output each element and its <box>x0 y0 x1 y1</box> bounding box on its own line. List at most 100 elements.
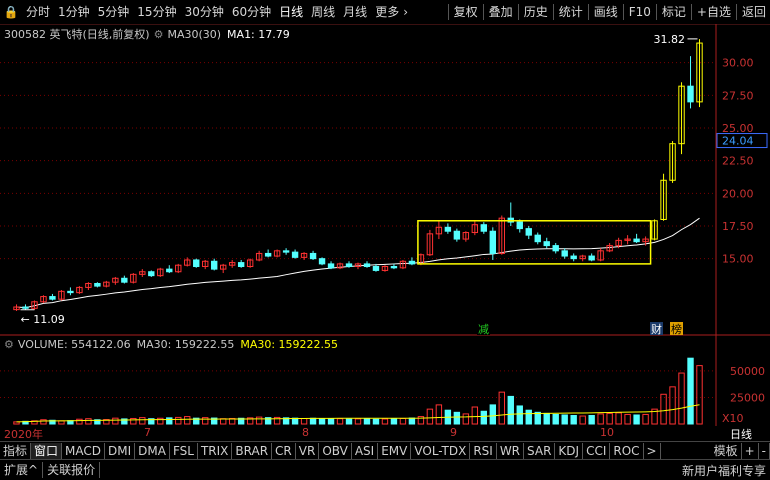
indicator-tab[interactable]: DMA <box>135 443 170 459</box>
indicator-tab[interactable]: CCI <box>583 443 611 459</box>
price-tick-label: 15.00 <box>722 253 754 266</box>
related-quotes-button[interactable]: 关联报价 <box>43 462 101 478</box>
volume-bar <box>606 412 613 425</box>
volume-bar <box>112 417 119 425</box>
volume-bar <box>139 417 146 425</box>
volume-bar <box>318 418 326 425</box>
settings-icon[interactable]: ⚙ <box>0 338 14 351</box>
volume-bar <box>588 415 595 425</box>
candle-body <box>166 268 173 273</box>
toolbar-button[interactable]: 统计 <box>555 0 587 24</box>
indicator-right-button[interactable]: 模板 <box>711 443 742 459</box>
toolbar-button[interactable]: 复权 <box>450 0 482 24</box>
period-tab[interactable]: 月线 <box>339 0 371 24</box>
volume-bar <box>570 415 577 425</box>
volume-bar <box>687 357 694 425</box>
indicator-tab[interactable]: OBV <box>319 443 352 459</box>
indicator-tab[interactable]: DMI <box>105 443 136 459</box>
volume-bar <box>534 411 541 425</box>
indicator-tab[interactable]: SAR <box>524 443 556 459</box>
toolbar-button[interactable]: +自选 <box>693 0 735 24</box>
candle-body <box>633 238 640 243</box>
period-tab[interactable]: 周线 <box>307 0 339 24</box>
volume-bar <box>40 419 47 425</box>
divider <box>447 4 449 20</box>
candle-body <box>327 263 335 269</box>
indicator-tab[interactable]: ROC <box>610 443 644 459</box>
toolbar-button[interactable]: 返回 <box>738 0 770 24</box>
divider <box>587 4 589 20</box>
toolbar-button[interactable]: F10 <box>625 0 655 24</box>
volume-bar <box>615 412 622 425</box>
candle-body <box>121 277 128 283</box>
period-tab[interactable]: 1分钟 <box>54 0 94 24</box>
indicator-tab[interactable]: BRAR <box>232 443 273 459</box>
toolbar-button[interactable]: 历史 <box>520 0 552 24</box>
x-label: 2020年 <box>4 428 43 441</box>
indicator-tab[interactable]: > <box>644 443 661 459</box>
indicator-right-button[interactable]: + <box>742 443 759 459</box>
period-tab[interactable]: 30分钟 <box>181 0 228 24</box>
volume-bar <box>166 417 173 425</box>
indicator-tab[interactable]: EMV <box>378 443 412 459</box>
volume-bar <box>624 413 631 425</box>
candle-body <box>264 252 272 257</box>
indicator-tab[interactable]: CR <box>272 443 296 459</box>
indicator-tab[interactable]: FSL <box>170 443 198 459</box>
volume-bar <box>354 418 362 425</box>
current-price-label: 24.04 <box>722 135 754 148</box>
indicator-tab[interactable]: 指标 <box>0 443 32 459</box>
volume-bar <box>327 418 335 425</box>
period-tab[interactable]: 60分钟 <box>228 0 275 24</box>
volume-bar <box>462 413 470 425</box>
period-tab[interactable]: 15分钟 <box>133 0 180 24</box>
volume-tick-label: 25000 <box>730 391 765 404</box>
volume-bar <box>561 414 568 425</box>
x-axis: 2020年 7 8 9 10 日线 <box>0 426 770 441</box>
mark-finance: 财 <box>651 322 662 336</box>
candle-body <box>22 306 29 309</box>
period-tab[interactable]: 5分钟 <box>94 0 134 24</box>
indicator-tab[interactable]: KDJ <box>555 443 584 459</box>
toolbar-button[interactable]: 叠加 <box>485 0 517 24</box>
volume-bar <box>507 395 514 425</box>
volume-bar <box>471 406 479 425</box>
candle-body <box>516 221 523 230</box>
new-user-promo[interactable]: 新用户福利专享 <box>678 462 770 479</box>
indicator-right-button[interactable]: - <box>759 443 770 459</box>
indicator-tab[interactable]: VOL-TDX <box>411 443 471 459</box>
candle-body <box>534 234 541 243</box>
candle-body <box>561 250 568 257</box>
price-tick-label: 30.00 <box>722 57 754 70</box>
volume-bar <box>597 413 604 425</box>
period-tab[interactable]: 分时 <box>22 0 54 24</box>
toolbar-button[interactable]: 画线 <box>590 0 622 24</box>
divider <box>655 4 657 20</box>
indicator-tab[interactable]: 窗口 <box>31 443 63 459</box>
lock-icon[interactable]: 🔒 <box>0 5 22 19</box>
volume-bar <box>696 365 703 425</box>
volume-bar <box>426 408 434 425</box>
indicator-tab[interactable]: RSI <box>470 443 497 459</box>
indicator-tab[interactable]: TRIX <box>198 443 233 459</box>
chevron-right-icon[interactable]: › <box>403 0 408 24</box>
candle-body <box>282 250 290 253</box>
candle-body <box>570 255 577 260</box>
indicator-tab[interactable]: WR <box>497 443 525 459</box>
period-tab[interactable]: 更多 <box>371 0 403 24</box>
kline-chart[interactable]: 30.0027.5025.0022.5020.0017.5015.0050000… <box>0 24 770 426</box>
volume-header: ⚙ VOLUME: 554122.06 MA30: 159222.55 MA30… <box>0 337 338 351</box>
volume-bar <box>489 404 497 425</box>
period-toolbar: 🔒 分时 1分钟 5分钟 15分钟 30分钟 60分钟 日线 周线 月线 更多 › 复权 叠加 历史 统计画… <box>0 0 770 25</box>
candle-body <box>525 228 532 236</box>
indicator-tab[interactable]: VR <box>296 443 320 459</box>
volume-bar <box>76 418 83 425</box>
indicator-tab[interactable]: MACD <box>62 443 106 459</box>
period-tab[interactable]: 日线 <box>275 0 307 24</box>
candle-body <box>390 266 398 269</box>
candle-body <box>363 263 371 268</box>
toolbar-button[interactable]: 标记 <box>658 0 690 24</box>
volume-bar <box>543 412 550 425</box>
expand-button[interactable]: 扩展^ <box>0 462 44 478</box>
indicator-tab[interactable]: ASI <box>352 443 379 459</box>
